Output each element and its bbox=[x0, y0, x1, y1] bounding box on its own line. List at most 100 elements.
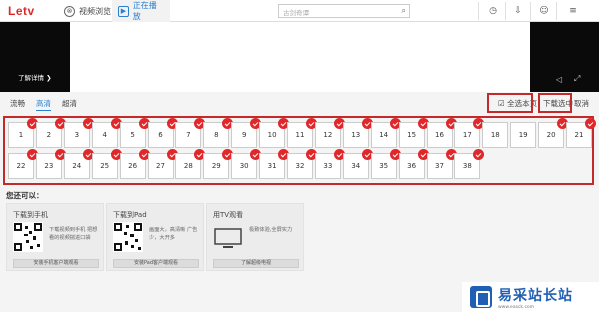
episode-button[interactable]: 32 bbox=[287, 149, 317, 179]
episode-number: 9 bbox=[241, 131, 247, 139]
episode-button[interactable]: 18 bbox=[482, 122, 509, 148]
quality-hd[interactable]: 高清 bbox=[36, 98, 51, 111]
episode-button[interactable]: 38 bbox=[454, 149, 485, 179]
episode-button[interactable]: 30 bbox=[231, 149, 262, 179]
play-icon: ▶ bbox=[118, 5, 129, 17]
volume-icon[interactable]: ◁ bbox=[556, 75, 562, 84]
quality-smooth[interactable]: 流畅 bbox=[10, 98, 25, 109]
episode-number: 3 bbox=[74, 131, 80, 139]
episode-number: 35 bbox=[379, 162, 389, 170]
episode-button[interactable]: 31 bbox=[259, 149, 290, 179]
episode-button[interactable]: 20 bbox=[538, 118, 569, 148]
qr-code-icon bbox=[13, 222, 43, 252]
episode-button[interactable]: 37 bbox=[426, 149, 457, 179]
player-right-panel: ◁ ⤢ bbox=[530, 22, 599, 92]
episode-grid: 1 2 3 4 5 6 7 8 9 10 11 12 13 14 15 16 17 18 19 20 21 22 23 24 2… bbox=[4, 117, 596, 185]
tab-browse[interactable]: ⊗ 视频浏览 bbox=[58, 0, 117, 22]
search-icon[interactable]: ⌕ bbox=[402, 6, 406, 16]
notice-text: 您还可以： bbox=[6, 191, 44, 200]
episode-number: 27 bbox=[156, 162, 165, 170]
episode-number: 34 bbox=[351, 162, 361, 170]
episode-button[interactable]: 1 bbox=[8, 118, 38, 148]
divider bbox=[505, 2, 506, 20]
episode-number: 36 bbox=[407, 162, 417, 170]
watermark: 易采站长站 www.easck.com bbox=[462, 282, 599, 312]
install-phone-button[interactable]: 安装手机客户端观看 bbox=[13, 259, 99, 268]
episode-number: 5 bbox=[130, 131, 135, 139]
detail-link[interactable]: 了解详情 ❯ bbox=[18, 72, 52, 82]
divider bbox=[556, 2, 557, 20]
episode-number: 30 bbox=[239, 162, 249, 170]
episode-button[interactable]: 27 bbox=[147, 149, 178, 179]
episode-button[interactable]: 21 bbox=[566, 118, 596, 148]
fullscreen-icon[interactable]: ⤢ bbox=[574, 74, 580, 84]
episode-number: 37 bbox=[435, 162, 444, 170]
card-description: 极致体验,全屏实力 bbox=[249, 227, 293, 233]
player-left-panel: 了解详情 ❯ bbox=[0, 22, 70, 92]
tab-playing[interactable]: ▶ 正在播放 bbox=[112, 0, 170, 22]
episode-number: 6 bbox=[158, 131, 163, 139]
episode-button[interactable]: 6 bbox=[147, 118, 178, 148]
episode-number: 4 bbox=[102, 131, 107, 139]
letv-logo: Letv bbox=[8, 4, 35, 18]
learn-tv-button[interactable]: 了解超级电视 bbox=[213, 259, 299, 268]
divider bbox=[530, 2, 531, 20]
episode-button[interactable]: 36 bbox=[398, 149, 429, 179]
user-icon[interactable]: ☺ bbox=[537, 4, 551, 18]
card-phone: 下载到手机 下载视频到手机 把想看的视频揣进口袋 安装手机客户端观看 bbox=[6, 203, 104, 271]
episode-button[interactable]: 29 bbox=[203, 149, 234, 179]
episode-button[interactable]: 16 bbox=[426, 118, 457, 148]
episode-number: 20 bbox=[546, 131, 556, 139]
tv-icon bbox=[214, 228, 242, 248]
install-pad-button[interactable]: 安装Pad客户端观看 bbox=[113, 259, 199, 268]
episode-button[interactable]: 8 bbox=[203, 118, 234, 148]
episode-button[interactable]: 17 bbox=[454, 118, 485, 148]
episode-number: 32 bbox=[295, 162, 305, 170]
episode-button[interactable]: 2 bbox=[35, 118, 66, 148]
episode-number: 19 bbox=[518, 131, 528, 139]
quality-super[interactable]: 超清 bbox=[62, 98, 77, 109]
episode-button[interactable]: 14 bbox=[370, 118, 401, 148]
episode-number: 22 bbox=[16, 162, 26, 170]
card-title: 下载到手机 bbox=[13, 211, 48, 219]
cancel-button[interactable]: 取消 bbox=[574, 98, 589, 109]
episode-button[interactable]: 22 bbox=[8, 149, 38, 179]
history-icon[interactable]: ◷ bbox=[486, 4, 500, 18]
card-title: 下载到Pad bbox=[113, 211, 147, 219]
episode-button[interactable]: 23 bbox=[35, 149, 66, 179]
menu-icon[interactable]: ≡ bbox=[566, 4, 580, 18]
episode-button[interactable]: 5 bbox=[119, 118, 150, 148]
video-player[interactable]: 了解详情 ❯ ◁ ⤢ bbox=[0, 22, 599, 92]
episode-button[interactable]: 13 bbox=[342, 118, 373, 148]
episode-number: 2 bbox=[46, 131, 52, 139]
episode-button[interactable]: 4 bbox=[91, 118, 122, 148]
qr-code-icon bbox=[113, 222, 143, 252]
episode-button[interactable]: 15 bbox=[398, 118, 429, 148]
episode-button[interactable]: 12 bbox=[314, 118, 345, 148]
episode-button[interactable]: 10 bbox=[259, 118, 290, 148]
episode-button[interactable]: 7 bbox=[175, 118, 206, 148]
episode-button[interactable]: 25 bbox=[91, 149, 122, 179]
episode-number: 18 bbox=[490, 131, 500, 139]
episode-button[interactable]: 19 bbox=[510, 122, 537, 148]
episode-button[interactable]: 28 bbox=[175, 149, 206, 179]
episode-number: 31 bbox=[267, 162, 277, 170]
episode-button[interactable]: 33 bbox=[314, 149, 345, 179]
episode-number: 26 bbox=[128, 162, 138, 170]
episode-button[interactable]: 35 bbox=[370, 149, 401, 179]
episode-number: 17 bbox=[462, 131, 472, 139]
title-bar: Letv ⊗ 视频浏览 ▶ 正在播放 古剑奇谭 ⌕ ◷ ⇩ ☺ ≡ bbox=[0, 0, 599, 22]
checkmark-icon bbox=[473, 149, 485, 160]
search-placeholder: 古剑奇谭 bbox=[283, 9, 309, 17]
search-input[interactable]: 古剑奇谭 ⌕ bbox=[278, 4, 410, 18]
episode-button[interactable]: 11 bbox=[287, 118, 317, 148]
episode-button[interactable]: 9 bbox=[231, 118, 262, 148]
episode-button[interactable]: 24 bbox=[63, 149, 94, 179]
episode-button[interactable]: 3 bbox=[63, 118, 94, 148]
download-icon[interactable]: ⇩ bbox=[511, 4, 525, 18]
episode-number: 8 bbox=[214, 131, 219, 139]
watermark-title: 易采站长站 bbox=[498, 287, 573, 304]
episode-button[interactable]: 34 bbox=[342, 149, 373, 179]
card-description: 画面大，高清晰 广告少，大开多 bbox=[149, 227, 198, 241]
episode-button[interactable]: 26 bbox=[119, 149, 150, 179]
